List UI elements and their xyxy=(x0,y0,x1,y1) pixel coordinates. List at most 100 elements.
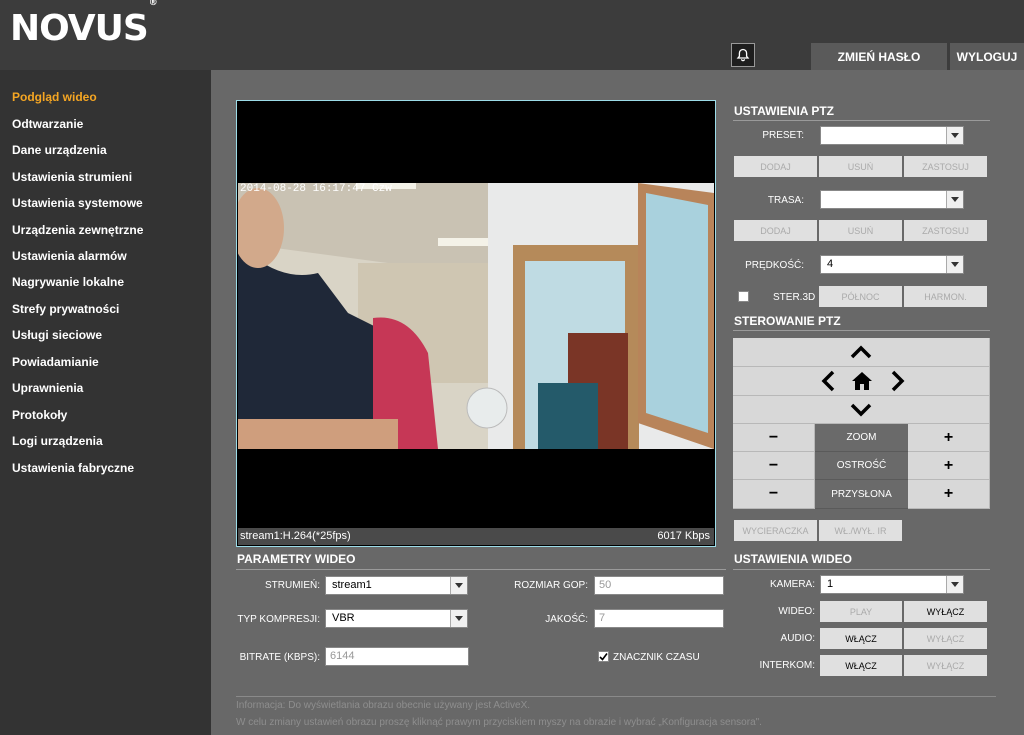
top-bar: NOVUS® ZMIEŃ HASŁO WYLOGUJ xyxy=(0,0,1024,70)
speed-select-value: 4 xyxy=(827,258,834,270)
change-password-button[interactable]: ZMIEŃ HASŁO xyxy=(811,43,947,70)
sidebar-item-external-devices[interactable]: Urządzenia zewnętrzne xyxy=(12,223,143,237)
quality-input-value: 7 xyxy=(599,612,606,624)
intercom-on-button[interactable]: WŁĄCZ xyxy=(820,655,902,676)
video-settings-title: USTAWIENIA WIDEO xyxy=(734,552,852,566)
sidebar-item-network-services[interactable]: Usługi sieciowe xyxy=(12,328,102,342)
sidebar-item-live-view[interactable]: Podgląd wideo xyxy=(12,90,97,104)
info-line-1: Informacja: Do wyświetlania obrazu obecn… xyxy=(236,700,531,711)
ptz-down-button[interactable] xyxy=(733,396,990,424)
wiper-button[interactable]: WYCIERACZKA xyxy=(734,520,817,541)
route-remove-button[interactable]: USUŃ xyxy=(819,220,902,241)
ptz-up-button[interactable] xyxy=(733,338,990,367)
compression-select[interactable]: VBR xyxy=(325,609,468,628)
ptz-left-button[interactable] xyxy=(813,367,842,395)
preset-apply-button[interactable]: ZASTOSUJ xyxy=(904,156,987,177)
preset-add-button[interactable]: DODAJ xyxy=(734,156,817,177)
timestamp-checkbox[interactable] xyxy=(598,651,609,662)
ptz-settings-title: USTAWIENIA PTZ xyxy=(734,104,834,118)
ptz-control-title: STEROWANIE PTZ xyxy=(734,314,841,328)
chevron-down-icon xyxy=(946,191,963,208)
ster3d-checkbox[interactable] xyxy=(738,291,749,302)
stream-info: stream1:H.264(*25fps) xyxy=(240,530,351,542)
speed-select[interactable]: 4 xyxy=(820,255,964,274)
sidebar-item-device-info[interactable]: Dane urządzenia xyxy=(12,143,107,157)
sidebar-item-local-recording[interactable]: Nagrywanie lokalne xyxy=(12,275,124,289)
stream-label: STRUMIEŃ: xyxy=(265,580,320,591)
preset-remove-button[interactable]: USUŃ xyxy=(819,156,902,177)
novus-logo: NOVUS® xyxy=(10,0,158,49)
stream-select-value: stream1 xyxy=(332,579,372,591)
preset-select[interactable] xyxy=(820,126,964,145)
chevron-down-icon xyxy=(946,256,963,273)
gop-input-value: 50 xyxy=(599,579,612,591)
chevron-down-icon xyxy=(946,576,963,593)
divider xyxy=(733,330,990,331)
camera-select[interactable]: 1 xyxy=(820,575,964,594)
divider xyxy=(733,569,990,570)
bitrate-input[interactable]: 6144 xyxy=(325,647,469,666)
chevron-down-icon xyxy=(450,577,467,594)
route-apply-button[interactable]: ZASTOSUJ xyxy=(904,220,987,241)
timestamp-checkbox-label: ZNACZNIK CZASU xyxy=(613,652,700,663)
logo-text: NOVUS xyxy=(10,8,149,49)
stream-select[interactable]: stream1 xyxy=(325,576,468,595)
sidebar-item-notifications[interactable]: Powiadamianie xyxy=(12,355,99,369)
video-timestamp: 2014-08-28 16:17:47 Czw xyxy=(240,183,392,195)
registered-mark: ® xyxy=(148,0,158,8)
bitrate-label: BITRATE (KBPS): xyxy=(239,652,320,663)
logout-button[interactable]: WYLOGUJ xyxy=(950,43,1024,70)
audio-off-button[interactable]: WYŁĄCZ xyxy=(904,628,987,649)
zoom-minus-button[interactable]: − xyxy=(733,424,815,452)
chevron-up-icon xyxy=(850,345,872,359)
sidebar: Podgląd wideo Odtwarzanie Dane urządzeni… xyxy=(0,70,211,735)
compression-label: TYP KOMPRESJI: xyxy=(237,614,320,625)
compression-select-value: VBR xyxy=(332,612,355,624)
video-label: WIDEO: xyxy=(778,606,815,617)
video-off-button[interactable]: WYŁĄCZ xyxy=(904,601,987,622)
sidebar-item-permissions[interactable]: Uprawnienia xyxy=(12,381,83,395)
iris-minus-button[interactable]: − xyxy=(733,480,815,509)
chevron-right-icon xyxy=(891,370,904,392)
intercom-off-button[interactable]: WYŁĄCZ xyxy=(904,655,987,676)
sidebar-item-factory-settings[interactable]: Ustawienia fabryczne xyxy=(12,461,134,475)
sidebar-item-stream-settings[interactable]: Ustawienia strumieni xyxy=(12,170,132,184)
quality-label: JAKOŚĆ: xyxy=(545,614,588,625)
route-add-button[interactable]: DODAJ xyxy=(734,220,817,241)
sidebar-item-privacy-zones[interactable]: Strefy prywatności xyxy=(12,302,119,316)
sidebar-item-protocols[interactable]: Protokoły xyxy=(12,408,67,422)
quality-input[interactable]: 7 xyxy=(594,609,724,628)
divider xyxy=(733,120,990,121)
bell-icon[interactable] xyxy=(731,43,755,67)
harmon-button[interactable]: HARMON. xyxy=(904,286,987,307)
iris-plus-button[interactable]: + xyxy=(908,480,990,509)
sidebar-item-playback[interactable]: Odtwarzanie xyxy=(12,117,83,131)
iris-label: PRZYSŁONA xyxy=(815,480,908,509)
focus-minus-button[interactable]: − xyxy=(733,452,815,480)
video-play-button[interactable]: PLAY xyxy=(820,601,902,622)
focus-label: OSTROŚĆ xyxy=(815,452,908,480)
focus-plus-button[interactable]: + xyxy=(908,452,990,480)
ster3d-label: STER.3D xyxy=(773,292,816,303)
north-button[interactable]: PÓŁNOC xyxy=(819,286,902,307)
audio-label: AUDIO: xyxy=(780,633,815,644)
camera-image: 2014-08-28 16:17:47 Czw xyxy=(238,183,714,449)
ptz-right-button[interactable] xyxy=(883,367,912,395)
sidebar-item-system-settings[interactable]: Ustawienia systemowe xyxy=(12,196,143,210)
home-icon[interactable] xyxy=(847,367,876,395)
audio-on-button[interactable]: WŁĄCZ xyxy=(820,628,902,649)
camera-select-value: 1 xyxy=(827,578,834,590)
sidebar-item-alarm-settings[interactable]: Ustawienia alarmów xyxy=(12,249,127,263)
video-status-bar: stream1:H.264(*25fps) 6017 Kbps xyxy=(238,528,714,545)
gop-input[interactable]: 50 xyxy=(594,576,724,595)
ptz-middle-row xyxy=(733,367,990,396)
zoom-plus-button[interactable]: + xyxy=(908,424,990,452)
speed-label: PRĘDKOŚĆ: xyxy=(745,260,804,271)
chevron-down-icon xyxy=(946,127,963,144)
route-select[interactable] xyxy=(820,190,964,209)
sidebar-item-device-logs[interactable]: Logi urządzenia xyxy=(12,434,103,448)
gop-label: ROZMIAR GOP: xyxy=(514,580,588,591)
video-player[interactable]: 2014-08-28 16:17:47 Czw stream1:H.264(*2… xyxy=(236,100,716,547)
ir-toggle-button[interactable]: WŁ./WYŁ. IR xyxy=(819,520,902,541)
divider xyxy=(236,696,996,697)
